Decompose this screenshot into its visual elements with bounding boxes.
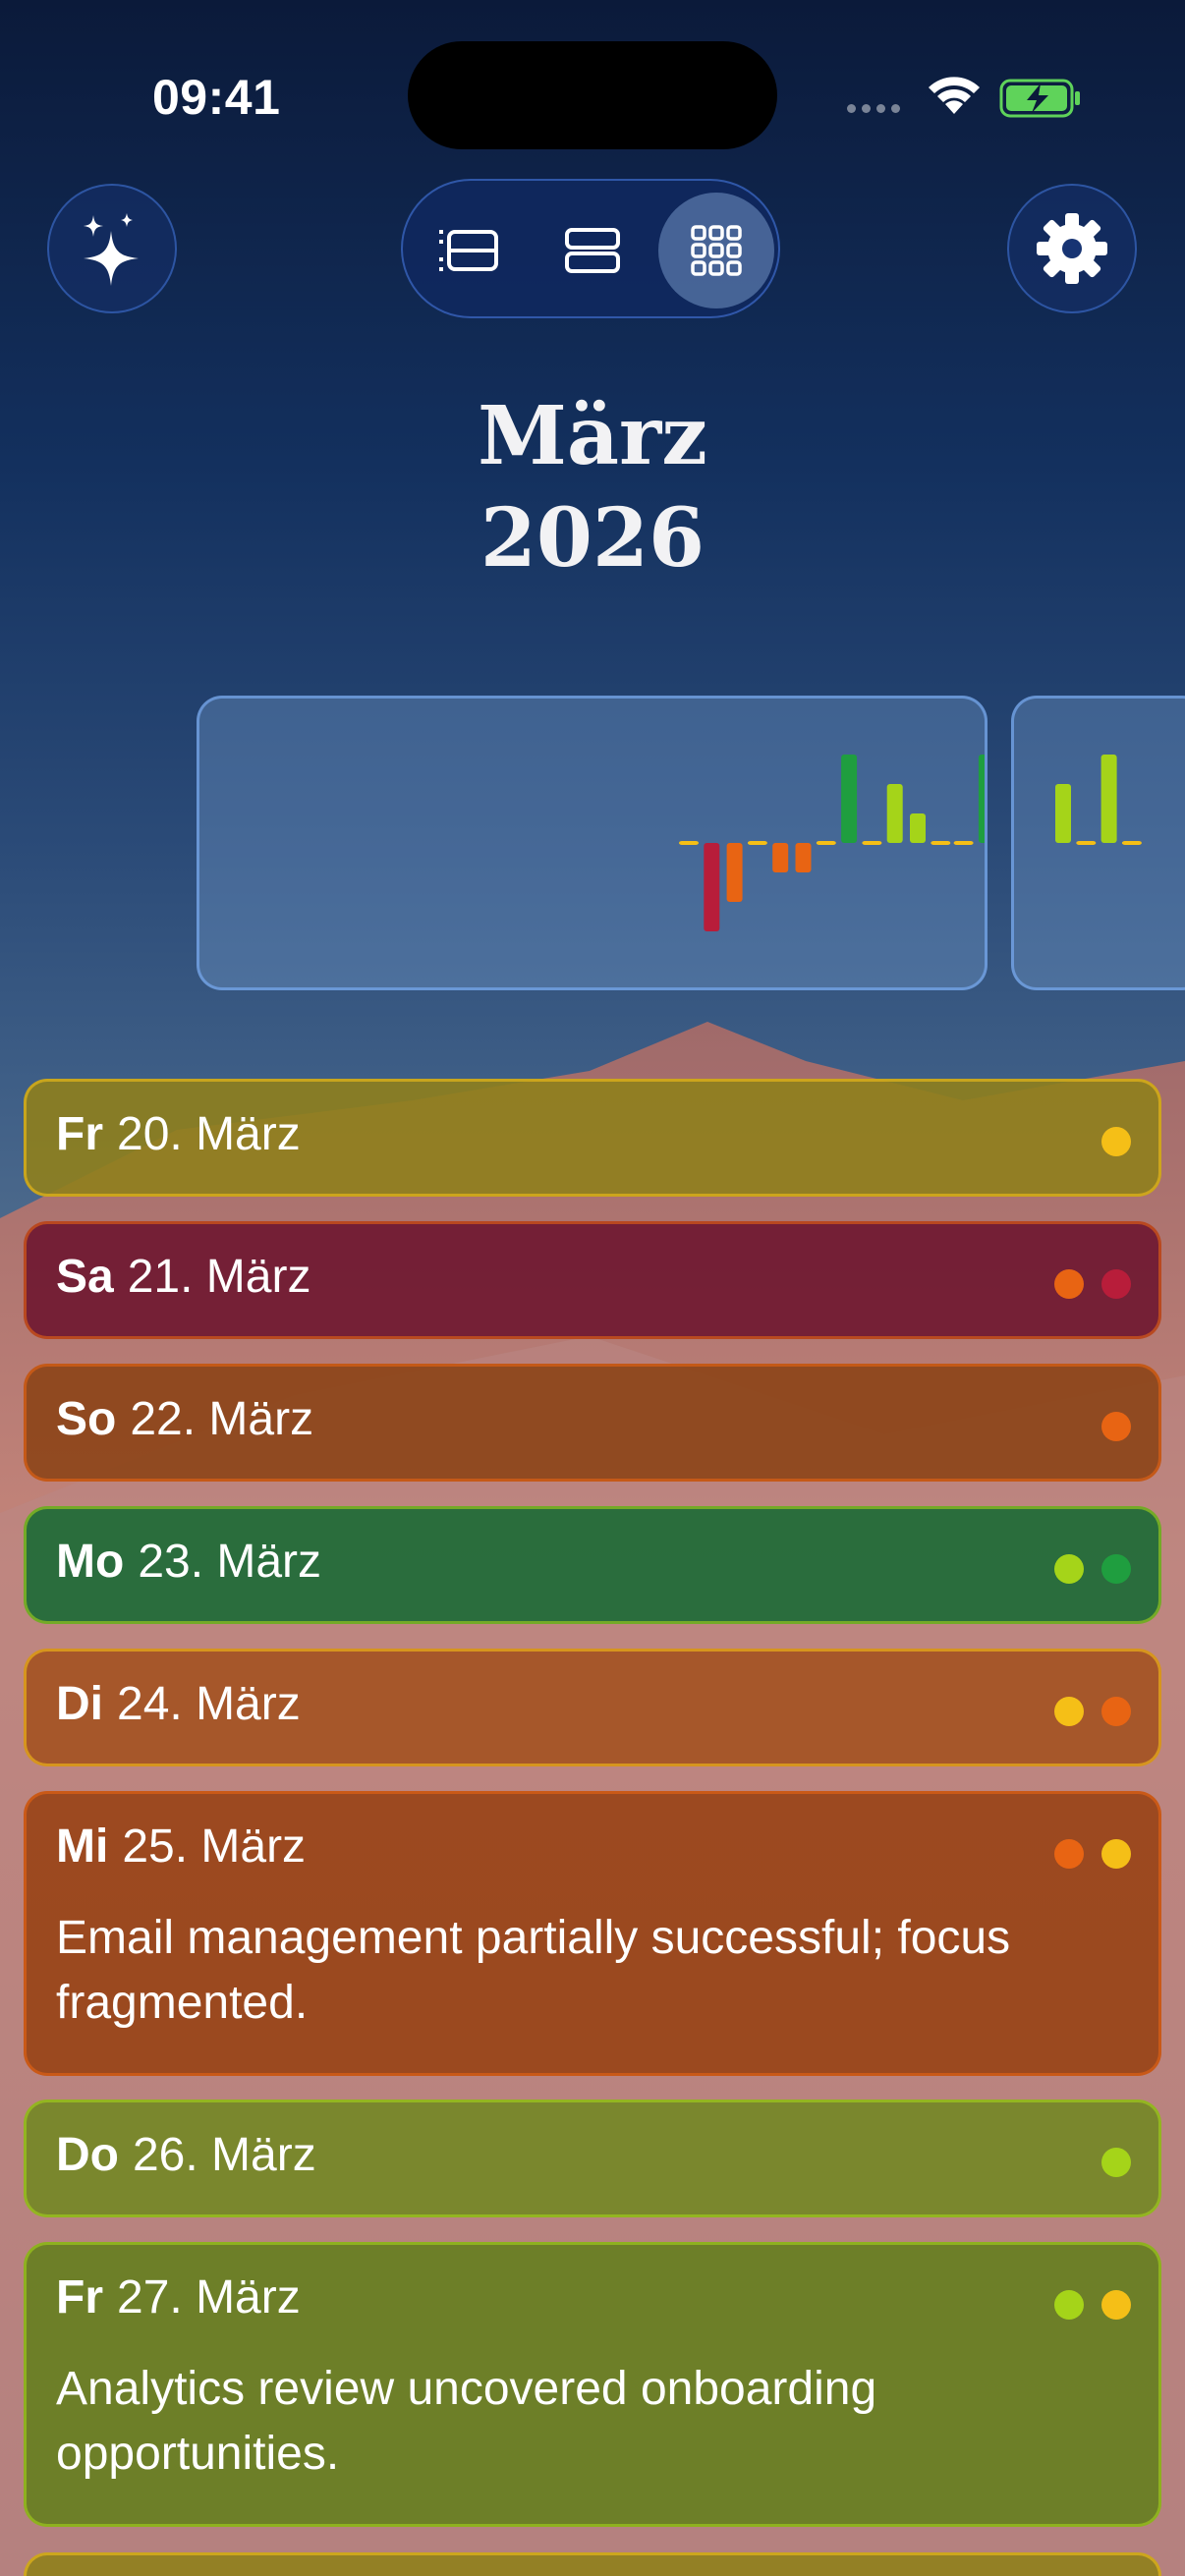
mood-dot [1101, 1269, 1131, 1299]
day-row[interactable]: Di 24. März [24, 1649, 1161, 1766]
sparkles-button[interactable] [47, 184, 177, 313]
mood-dot [1101, 1839, 1131, 1869]
date-label: 20. März [117, 1108, 301, 1160]
weekday-label: Fr [56, 1108, 103, 1160]
sparkles-icon [84, 213, 139, 286]
page-title: März 2026 [0, 385, 1185, 589]
date-label: 24. März [117, 1678, 301, 1730]
battery-charging-icon [999, 79, 1080, 118]
chart-bar [886, 784, 903, 843]
chart-bar [1100, 755, 1117, 843]
date-label: 23. März [138, 1536, 322, 1588]
weekday-label: Di [56, 1678, 103, 1730]
day-row[interactable]: Fr 27. März Analytics review uncovered onb… [24, 2242, 1161, 2527]
day-header: Mo 23. März [56, 1535, 321, 1594]
mood-dots [1101, 2148, 1131, 2177]
mood-dot [1101, 1412, 1131, 1441]
gear-icon [1037, 213, 1107, 284]
year-label: 2026 [480, 491, 705, 586]
mood-dot [1101, 1697, 1131, 1726]
day-header: So 22. März [56, 1392, 313, 1451]
day-row[interactable] [24, 2552, 1161, 2576]
mood-dot [1054, 1269, 1084, 1299]
day-header: Fr 20. März [56, 1107, 301, 1166]
view-switcher [401, 179, 780, 318]
mood-dots [1054, 1697, 1131, 1726]
day-row[interactable]: Mo 23. März [24, 1506, 1161, 1624]
mood-dots [1054, 1269, 1131, 1299]
date-label: 22. März [130, 1393, 314, 1445]
weekday-label: Fr [56, 2271, 103, 2324]
day-row[interactable]: Sa 21. März [24, 1221, 1161, 1339]
chart-bar [841, 755, 858, 843]
timeline-view-button[interactable] [411, 193, 527, 308]
chart-bar [679, 841, 699, 845]
mood-dots [1101, 1412, 1131, 1441]
timeline-view-icon [439, 230, 498, 271]
date-label: 27. März [117, 2271, 301, 2324]
mood-dots [1101, 1127, 1131, 1156]
mood-dots [1054, 1554, 1131, 1584]
mood-dot [1101, 2148, 1131, 2177]
day-note: Analytics review uncovered onboarding op… [56, 2363, 877, 2480]
weekday-label: Do [56, 2129, 119, 2181]
wifi-icon [929, 77, 980, 114]
next-week-mood-chart [1055, 755, 1142, 845]
chart-bar [816, 841, 836, 845]
chart-bar [910, 813, 926, 843]
weekday-label: So [56, 1393, 117, 1445]
date-label: 21. März [127, 1251, 311, 1303]
weekday-label: Mi [56, 1820, 109, 1873]
day-note: Email management partially successful; f… [56, 1912, 1011, 2029]
day-header: Fr 27. März [56, 2270, 301, 2329]
day-header: Di 24. März [56, 1677, 301, 1736]
grid-view-icon [691, 225, 742, 276]
status-icons [847, 71, 1083, 120]
mood-dot [1054, 1839, 1084, 1869]
chart-bar [862, 841, 882, 845]
day-row[interactable]: Do 26. März [24, 2100, 1161, 2217]
status-time: 09:41 [152, 70, 281, 125]
chart-bar [704, 843, 720, 931]
grid-view-button[interactable] [658, 193, 774, 308]
mood-dots [1054, 2290, 1131, 2320]
chart-bar [795, 843, 812, 872]
day-row[interactable]: So 22. März [24, 1364, 1161, 1482]
chart-bar [1076, 841, 1097, 845]
next-week-chart-card[interactable] [1011, 696, 1185, 990]
weekday-label: Mo [56, 1536, 125, 1588]
chart-bar [1055, 784, 1071, 843]
date-label: 25. März [122, 1820, 307, 1873]
chart-bar [726, 843, 743, 902]
chart-bar [978, 755, 985, 843]
mood-dot [1101, 1554, 1131, 1584]
day-header: Do 26. März [56, 2128, 316, 2187]
dynamic-island [408, 41, 777, 149]
day-header: Sa 21. März [56, 1250, 310, 1309]
mood-dot [1054, 1554, 1084, 1584]
mood-dot [1101, 1127, 1131, 1156]
chart-bar [953, 841, 974, 845]
date-label: 26. März [132, 2129, 316, 2181]
mood-dot [1054, 2290, 1084, 2320]
month-label: März [478, 389, 707, 483]
chart-bar [747, 841, 767, 845]
rows-view-icon [565, 228, 620, 273]
cellular-signal-icon [847, 104, 900, 113]
day-header: Mi 25. März [56, 1820, 306, 1878]
day-row[interactable]: Mi 25. März Email management partially suc… [24, 1791, 1161, 2076]
chart-bar [931, 841, 951, 845]
settings-button[interactable] [1007, 184, 1137, 313]
rows-view-button[interactable] [535, 193, 650, 308]
day-row[interactable]: Fr 20. März [24, 1079, 1161, 1197]
week-chart-card[interactable] [197, 696, 988, 990]
chart-bar [772, 843, 789, 872]
week-mood-chart [679, 755, 985, 931]
mood-dot [1101, 2290, 1131, 2320]
mood-dots [1054, 1839, 1131, 1869]
weekday-label: Sa [56, 1251, 114, 1303]
chart-bar [1121, 841, 1142, 845]
mood-dot [1054, 1697, 1084, 1726]
